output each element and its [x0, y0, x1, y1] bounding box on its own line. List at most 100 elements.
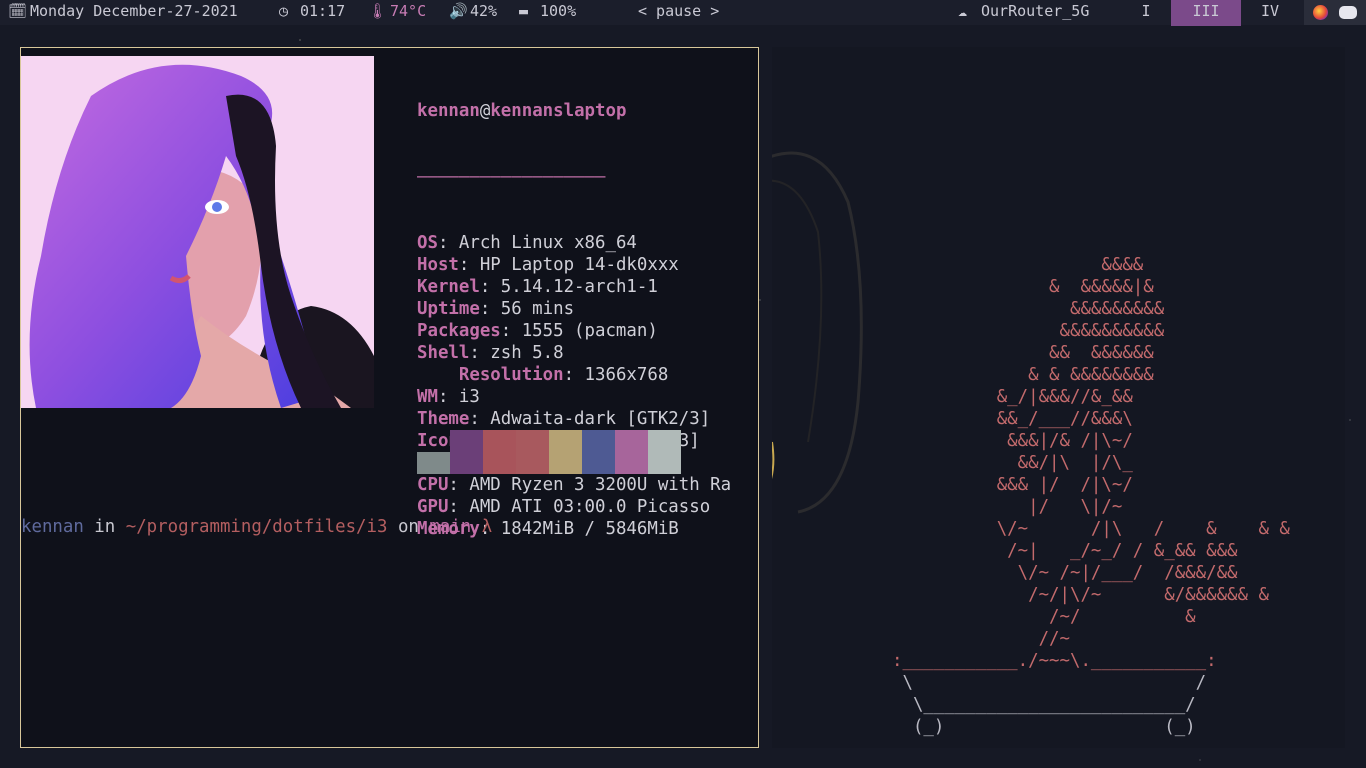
separator-line: —————————————————— [417, 167, 606, 187]
ascii-tree-line: \/~ /~|/___/ /&&&/&& [892, 563, 1238, 583]
info-value: : i3 [437, 387, 480, 407]
prompt-git-branch: main [429, 517, 472, 537]
volume-text[interactable]: 42% [470, 0, 497, 25]
hostname: kennanslaptop [490, 101, 627, 121]
ascii-tree-line: &&_/___//&&&\ [892, 409, 1133, 429]
ascii-tree-line: |/ \|/~ [892, 497, 1123, 517]
ascii-tree-line: &&&&&&&&& [892, 299, 1165, 319]
bonsai-window[interactable]: &&&& & &&&&&|& &&&&&&&&& &&&&&&&&&& && &… [772, 47, 1345, 748]
palette-swatch [516, 430, 549, 474]
info-key: OS [417, 233, 438, 253]
workspace-3[interactable]: III [1171, 0, 1241, 26]
info-line: Theme: Adwaita-dark [GTK2/3] [417, 408, 731, 430]
status-bar: 🗓 Monday December-27-2021 ◷ 01:17 🌡 74°C… [0, 0, 1366, 26]
user-host-line: kennan@kennanslaptop [417, 100, 731, 122]
ascii-tree-line: /~| _/~_/ / &_&& &&& [892, 541, 1238, 561]
info-key: CPU [417, 475, 449, 495]
info-value: : Arch Linux x86_64 [437, 233, 637, 253]
ascii-pot-line: (_) (_) [892, 717, 1196, 737]
thermometer-icon: 🌡 [368, 2, 388, 20]
info-value: : 1366x768 [563, 365, 669, 385]
media-control[interactable]: < pause > [638, 0, 719, 25]
palette-swatch [549, 430, 582, 474]
battery-icon: ▬ [519, 2, 529, 20]
info-value: : AMD Ryzen 3 3200U with Ra [448, 475, 732, 495]
palette-swatch [450, 430, 483, 474]
ascii-tree-line: & &&&&&|& [892, 277, 1154, 297]
color-palette [417, 430, 681, 474]
username: kennan [417, 101, 480, 121]
info-line: Kernel: 5.14.12-arch1-1 [417, 276, 731, 298]
ascii-pot-line: \_________________________/ [892, 695, 1196, 715]
ascii-tree-line: &&/|\ |/\_ [892, 453, 1133, 473]
wifi-name[interactable]: OurRouter_5G [981, 0, 1089, 25]
info-key: Shell [417, 343, 470, 363]
info-value: : 1842MiB / 5846MiB [479, 519, 679, 539]
palette-swatch [615, 430, 648, 474]
info-line: OS: Arch Linux x86_64 [417, 232, 731, 254]
ascii-tree-line: & & &&&&&&&& [892, 365, 1154, 385]
info-key: Packages [417, 321, 501, 341]
ascii-tree-line: &&& |/ /|\~/ [892, 475, 1133, 495]
info-value: : zsh 5.8 [469, 343, 564, 363]
info-key: WM [417, 387, 438, 407]
calendar-icon: 🗓 [8, 2, 28, 20]
time-text: 01:17 [300, 2, 346, 20]
anime-portrait-image [21, 56, 374, 408]
ascii-tree-line: //~ [892, 629, 1070, 649]
prompt-directory: ~/programming/dotfiles/i3 [125, 517, 388, 537]
ascii-tree-line: && &&&&&& [892, 343, 1154, 363]
palette-swatch [582, 430, 615, 474]
ascii-bonsai-pot: :___________./~~~\.___________: \ / \___… [892, 650, 1217, 738]
info-line: GPU: AMD ATI 03:00.0 Picasso [417, 496, 731, 518]
info-key: Uptime [417, 299, 480, 319]
palette-swatch [648, 430, 681, 474]
prompt-on: on [387, 517, 430, 537]
date-text: Monday December-27-2021 [30, 2, 238, 20]
info-key: Kernel [417, 277, 480, 297]
workspace-1[interactable]: I [1125, 0, 1167, 26]
ascii-tree-line: /~/ & [892, 607, 1196, 627]
info-line: Uptime: 56 mins [417, 298, 731, 320]
prompt-user: kennan [21, 517, 84, 537]
palette-swatch [483, 430, 516, 474]
info-line: Host: HP Laptop 14-dk0xxx [417, 254, 731, 276]
terminal-window[interactable]: kennan@kennanslaptop —————————————————— … [20, 47, 759, 748]
info-line: Packages: 1555 (pacman) [417, 320, 731, 342]
shell-prompt[interactable]: kennan in ~/programming/dotfiles/i3 on m… [21, 517, 492, 537]
astronaut-wallpaper-figure [772, 151, 863, 514]
info-value: : 1555 (pacman) [500, 321, 658, 341]
at-sign: @ [479, 101, 491, 121]
ascii-pot-line: :___________./~~~\.___________: [892, 651, 1217, 671]
clock-icon: ◷ [279, 2, 289, 20]
volume-icon[interactable]: 🔊 [449, 0, 468, 25]
info-line: Shell: zsh 5.8 [417, 342, 731, 364]
battery-text: 100% [540, 2, 577, 20]
info-line: WM: i3 [417, 386, 731, 408]
neofetch-info: kennan@kennanslaptop —————————————————— … [417, 56, 731, 584]
info-value: : 56 mins [479, 299, 575, 319]
info-value: : 5.14.12-arch1-1 [479, 277, 658, 297]
info-value: : AMD ATI 03:00.0 Picasso [448, 497, 711, 517]
info-key: Resolution [417, 365, 564, 385]
info-line: Resolution: 1366x768 [417, 364, 731, 386]
info-value: : HP Laptop 14-dk0xxx [458, 255, 679, 275]
info-key: Theme [417, 409, 470, 429]
ascii-tree-line: &&&& [892, 255, 1144, 275]
info-key: Host [417, 255, 459, 275]
workspace-4[interactable]: IV [1249, 0, 1291, 26]
ascii-tree-line: /~/|\/~ &/&&&&&& & [892, 585, 1269, 605]
discord-icon[interactable] [1339, 6, 1357, 19]
ascii-tree-line: &&&&&&&&&& [892, 321, 1165, 341]
ascii-bonsai-tree: &&&& & &&&&&|& &&&&&&&&& &&&&&&&&&& && &… [892, 254, 1290, 650]
prompt-in: in [83, 517, 126, 537]
palette-swatch [417, 452, 450, 474]
info-line: CPU: AMD Ryzen 3 3200U with Ra [417, 474, 731, 496]
temperature-text: 74°C [390, 2, 427, 20]
prompt-lambda: λ [471, 517, 493, 537]
ascii-tree-line: \/~ /|\ / & & & [892, 519, 1290, 539]
wifi-icon: ☁ [958, 2, 968, 20]
ascii-tree-line: &_/|&&&//&_&& [892, 387, 1133, 407]
ascii-pot-line: \ / [892, 673, 1207, 693]
firefox-icon[interactable] [1313, 5, 1328, 20]
